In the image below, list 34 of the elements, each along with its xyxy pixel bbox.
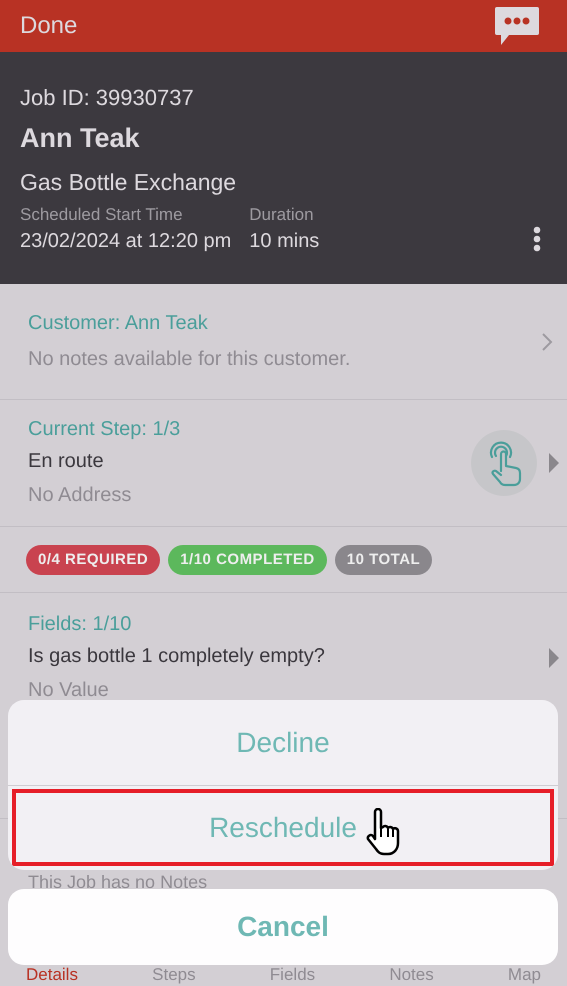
triangle-right-icon[interactable] (549, 453, 559, 473)
field-question: Is gas bottle 1 completely empty? (28, 644, 326, 669)
cancel-button[interactable]: Cancel (8, 889, 558, 965)
detail-value: 23/02/2024 at 12:20 pm (20, 229, 232, 254)
action-button[interactable]: Reschedule (8, 785, 558, 870)
tab[interactable]: Details (26, 965, 78, 985)
chat-icon[interactable] (495, 7, 539, 45)
action-button[interactable]: Decline (8, 700, 558, 785)
more-icon[interactable] (533, 226, 541, 252)
chevron-right-icon[interactable] (541, 332, 553, 352)
status-pill: 0/4 REQUIRED (26, 544, 160, 574)
tab[interactable]: Map (508, 965, 541, 985)
job-id: Job ID: 39930737 (20, 84, 195, 112)
detail-value: 10 mins (249, 229, 320, 254)
done-button[interactable]: Done (20, 8, 78, 44)
job-notes: This Job has no Notes (28, 873, 208, 891)
section-title: Customer: Ann Teak (28, 310, 209, 336)
customer-name: Ann Teak (20, 122, 141, 155)
tab[interactable]: Fields (270, 965, 316, 985)
pointer-hand-icon (365, 808, 401, 856)
detail-label: Scheduled Start Time (20, 204, 184, 226)
status-pill: 1/10 COMPLETED (168, 544, 327, 574)
customer-notes: No notes available for this customer. (28, 346, 352, 372)
step-name: En route (28, 449, 105, 474)
field-value: No Value (28, 678, 110, 703)
section-title: Fields: 1/10 (28, 612, 132, 637)
tab[interactable]: Notes (389, 965, 434, 985)
tab[interactable]: Steps (152, 965, 196, 985)
step-address: No Address (28, 483, 132, 508)
detail-label: Duration (249, 204, 315, 226)
triangle-right-icon[interactable] (549, 648, 559, 668)
service-name: Gas Bottle Exchange (20, 168, 238, 197)
status-pill: 10 TOTAL (334, 544, 432, 574)
section-title: Current Step: 1/3 (28, 417, 182, 442)
